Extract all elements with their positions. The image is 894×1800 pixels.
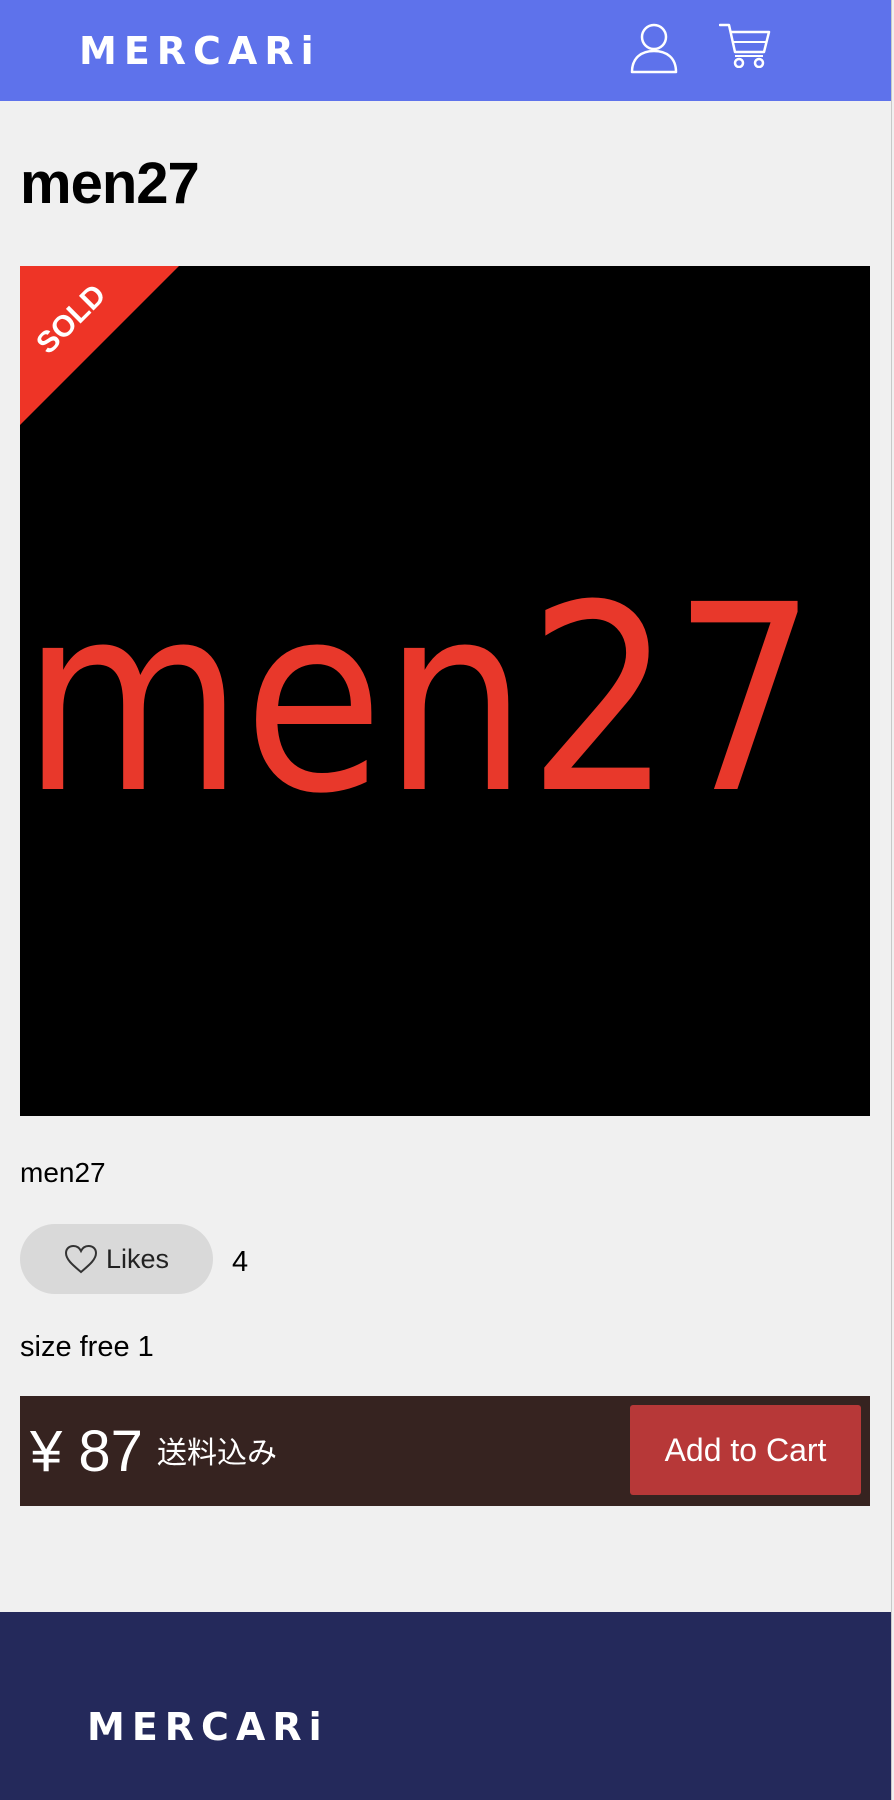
sold-ribbon: SOLD — [20, 266, 179, 425]
item-name: men27 — [20, 1157, 106, 1188]
purchase-bar: ¥ 87 送料込み Add to Cart — [20, 1396, 870, 1506]
page-title: men27 — [20, 151, 200, 216]
likes-count: 4 — [232, 1246, 249, 1278]
heart-icon — [64, 1244, 97, 1274]
footer-mercari-logo[interactable]: MERCARi — [87, 1704, 329, 1750]
likes-label: Likes — [105, 1243, 170, 1274]
shipping-included-note: 送料込み — [157, 1436, 277, 1471]
cart-icon[interactable] — [719, 22, 771, 68]
product-image-text: men27 — [22, 550, 817, 850]
product-page: MERCARi men27 men27 SOLD men27 Likes 4 s… — [0, 0, 894, 1800]
site-header: MERCARi — [0, 0, 891, 101]
mercari-logo[interactable]: MERCARi — [79, 28, 321, 74]
price: ¥ 87 — [30, 1419, 143, 1484]
window-edge — [891, 0, 892, 1800]
user-icon[interactable] — [630, 22, 678, 74]
add-to-cart-button[interactable]: Add to Cart — [630, 1405, 861, 1495]
site-footer: MERCARi — [0, 1612, 891, 1800]
item-size: size free 1 — [20, 1331, 154, 1363]
likes-button[interactable]: Likes — [20, 1224, 213, 1294]
